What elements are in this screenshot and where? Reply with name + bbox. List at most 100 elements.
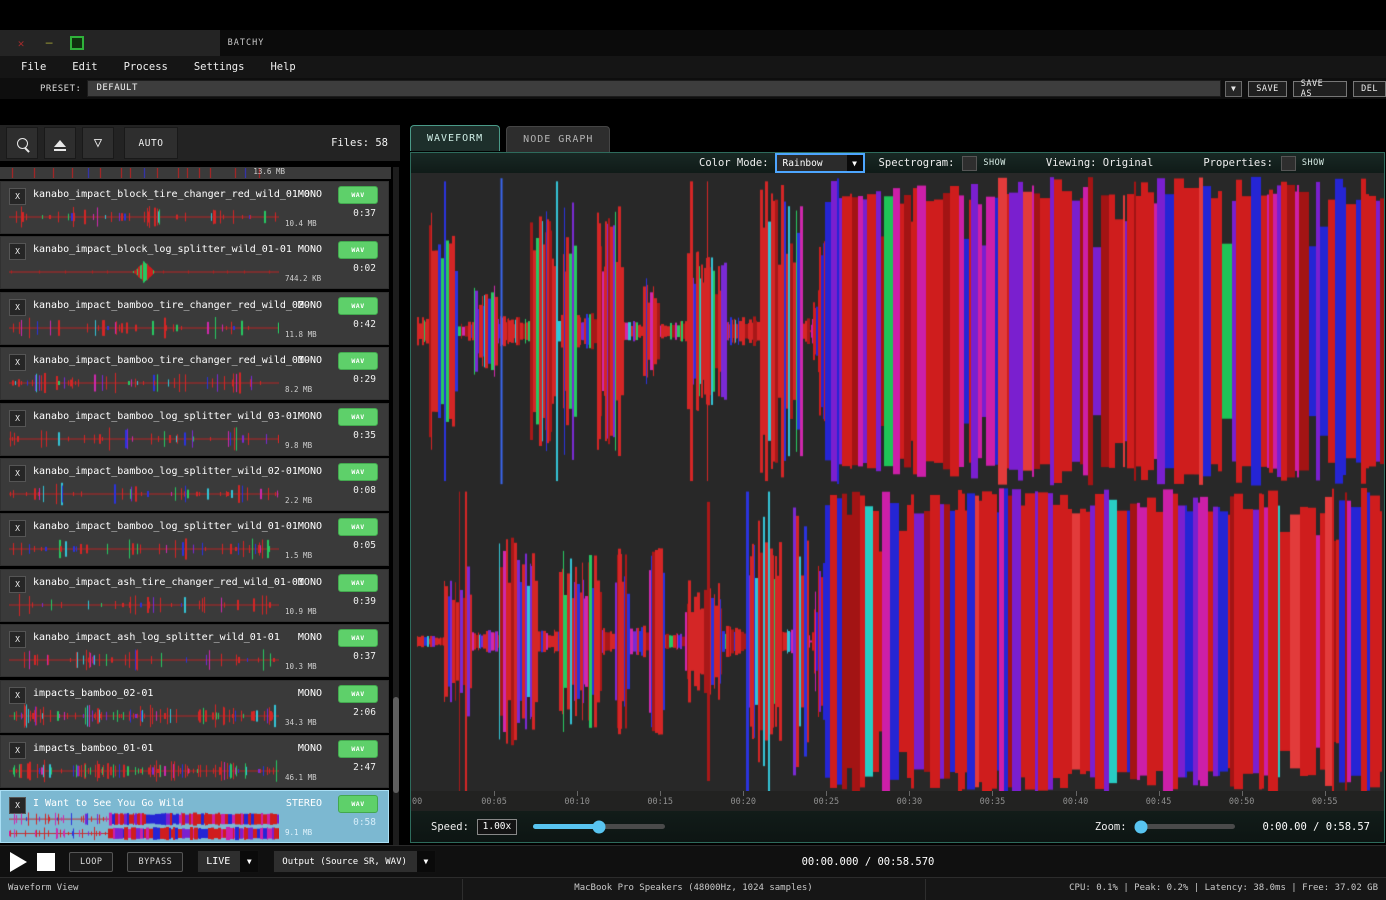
remove-file-button[interactable]: X <box>9 742 26 759</box>
transport-bar: LOOP BYPASS LIVE ▼ Output (Source SR, WA… <box>0 845 1386 877</box>
filter-button[interactable]: ▽ <box>82 127 114 159</box>
file-name: I Want to See You Go Wild <box>33 798 184 809</box>
file-duration: 0:37 <box>353 651 376 662</box>
minimize-window-icon[interactable]: ─ <box>42 36 56 50</box>
file-name: kanabo_impact_bamboo_tire_changer_red_wi… <box>33 300 311 311</box>
filter-icon: ▽ <box>94 136 102 150</box>
file-row[interactable]: X kanabo_impact_block_tire_changer_red_w… <box>0 181 389 234</box>
waveform-thumbnail <box>9 758 279 784</box>
file-list: 13.6 MB X kanabo_impact_block_tire_chang… <box>0 167 391 845</box>
waveform-thumbnail <box>9 703 279 729</box>
remove-file-button[interactable]: X <box>9 465 26 482</box>
stop-button[interactable] <box>37 853 55 871</box>
file-row[interactable]: X kanabo_impact_bamboo_log_splitter_wild… <box>0 403 389 456</box>
remove-file-button[interactable]: X <box>9 354 26 371</box>
file-duration: 0:35 <box>353 430 376 441</box>
timeline-label: 00:10 <box>564 797 590 807</box>
remove-file-button[interactable]: X <box>9 576 26 593</box>
file-row[interactable]: X kanabo_impact_ash_log_splitter_wild_01… <box>0 624 389 677</box>
auto-button[interactable]: AUTO <box>124 127 178 159</box>
file-row[interactable]: X impacts_bamboo_02-01 MONO WAV 2:06 34.… <box>0 680 389 733</box>
preset-save-button[interactable]: SAVE <box>1248 81 1286 97</box>
spectrogram-checkbox[interactable] <box>962 156 977 171</box>
remove-file-button[interactable]: X <box>9 299 26 316</box>
channel-badge: MONO <box>298 688 322 699</box>
menu-process[interactable]: Process <box>111 56 181 78</box>
color-mode-select[interactable]: Rainbow ▼ <box>775 153 865 173</box>
file-sidebar: ▽ AUTO Files: 58 13.6 MB X kanabo_impact… <box>0 99 406 845</box>
file-size: 1.5 MB <box>285 551 312 560</box>
preset-del-button[interactable]: DEL <box>1353 81 1386 97</box>
maximize-window-icon[interactable] <box>70 36 84 50</box>
remove-file-button[interactable]: X <box>9 631 26 648</box>
preset-value-field[interactable]: DEFAULT <box>87 80 1220 97</box>
remove-file-button[interactable]: X <box>9 520 26 537</box>
file-row[interactable]: X kanabo_impact_ash_tire_changer_red_wil… <box>0 569 389 622</box>
tab-node-graph[interactable]: NODE GRAPH <box>506 126 610 152</box>
tab-waveform[interactable]: WAVEFORM <box>410 125 500 151</box>
file-row[interactable]: X kanabo_impact_bamboo_log_splitter_wild… <box>0 513 389 566</box>
play-button[interactable] <box>10 852 27 872</box>
file-size: 34.3 MB <box>285 718 317 727</box>
file-size: 10.3 MB <box>285 662 317 671</box>
timeline-label: 00:35 <box>980 797 1006 807</box>
file-duration: 0:58 <box>353 817 376 828</box>
channel-badge: MONO <box>298 189 322 200</box>
live-mode-select[interactable]: LIVE ▼ <box>197 850 259 873</box>
menu-help[interactable]: Help <box>257 56 308 78</box>
file-row[interactable]: X I Want to See You Go Wild STEREO WAV 0… <box>0 790 389 843</box>
sort-icon <box>54 140 66 147</box>
file-row[interactable]: X kanabo_impact_bamboo_log_splitter_wild… <box>0 458 389 511</box>
file-name: kanabo_impact_block_tire_changer_red_wil… <box>33 189 311 200</box>
menu-edit[interactable]: Edit <box>59 56 110 78</box>
chevron-down-icon: ▼ <box>1231 84 1236 93</box>
file-row[interactable]: X impacts_bamboo_01-01 MONO WAV 2:47 46.… <box>0 735 389 788</box>
file-duration: 0:39 <box>353 596 376 607</box>
sort-button[interactable] <box>44 127 76 159</box>
file-size: 11.8 MB <box>285 330 317 339</box>
status-audio-device: MacBook Pro Speakers (48000Hz, 1024 samp… <box>462 883 925 893</box>
menu-bar: File Edit Process Settings Help <box>0 56 1386 78</box>
channel-badge: MONO <box>298 411 322 422</box>
file-name: kanabo_impact_bamboo_tire_changer_red_wi… <box>33 355 311 366</box>
remove-file-button[interactable]: X <box>9 687 26 704</box>
format-badge: WAV <box>338 795 378 813</box>
waveform-display[interactable] <box>411 173 1384 791</box>
zoom-slider-handle[interactable] <box>1134 820 1147 833</box>
file-size: 2.2 MB <box>285 496 312 505</box>
output-format-value: Output (Source SR, WAV) <box>274 857 415 867</box>
properties-checkbox[interactable] <box>1281 156 1296 171</box>
scrollbar-thumb[interactable] <box>393 697 399 793</box>
remove-file-button[interactable]: X <box>9 188 26 205</box>
preset-dropdown-button[interactable]: ▼ <box>1225 81 1243 97</box>
file-name: kanabo_impact_ash_tire_changer_red_wild_… <box>33 577 304 588</box>
timeline-label: 00:45 <box>1146 797 1172 807</box>
preset-save-as-button[interactable]: SAVE AS <box>1293 81 1347 97</box>
chevron-down-icon: ▼ <box>847 155 863 171</box>
speed-value-field[interactable]: 1.00x <box>477 819 517 835</box>
menu-settings[interactable]: Settings <box>181 56 258 78</box>
file-name: kanabo_impact_bamboo_log_splitter_wild_0… <box>33 466 298 477</box>
bypass-button[interactable]: BYPASS <box>127 852 183 872</box>
file-size: 744.2 KB <box>285 274 321 283</box>
loop-button[interactable]: LOOP <box>69 852 113 872</box>
file-row[interactable]: X kanabo_impact_bamboo_tire_changer_red_… <box>0 347 389 400</box>
format-badge: WAV <box>338 297 378 315</box>
status-performance: CPU: 0.1% | Peak: 0.2% | Latency: 38.0ms… <box>1069 883 1378 893</box>
panel-time-display: 0:00.00 / 0:58.57 <box>1263 821 1370 833</box>
file-row[interactable]: X kanabo_impact_bamboo_tire_changer_red_… <box>0 292 389 345</box>
stereo-waveform-canvas[interactable] <box>411 173 1384 791</box>
file-row[interactable]: X kanabo_impact_block_log_splitter_wild_… <box>0 236 389 289</box>
file-row-partial[interactable]: 13.6 MB <box>0 167 391 179</box>
menu-file[interactable]: File <box>8 56 59 78</box>
speed-slider-handle[interactable] <box>592 820 605 833</box>
remove-file-button[interactable]: X <box>9 243 26 260</box>
close-window-icon[interactable]: ✕ <box>14 36 28 50</box>
format-badge: WAV <box>338 574 378 592</box>
file-duration: 2:06 <box>353 707 376 718</box>
search-button[interactable] <box>6 127 38 159</box>
remove-file-button[interactable]: X <box>9 410 26 427</box>
speed-slider[interactable] <box>533 824 665 829</box>
format-badge: WAV <box>338 352 378 370</box>
zoom-slider[interactable] <box>1135 824 1235 829</box>
